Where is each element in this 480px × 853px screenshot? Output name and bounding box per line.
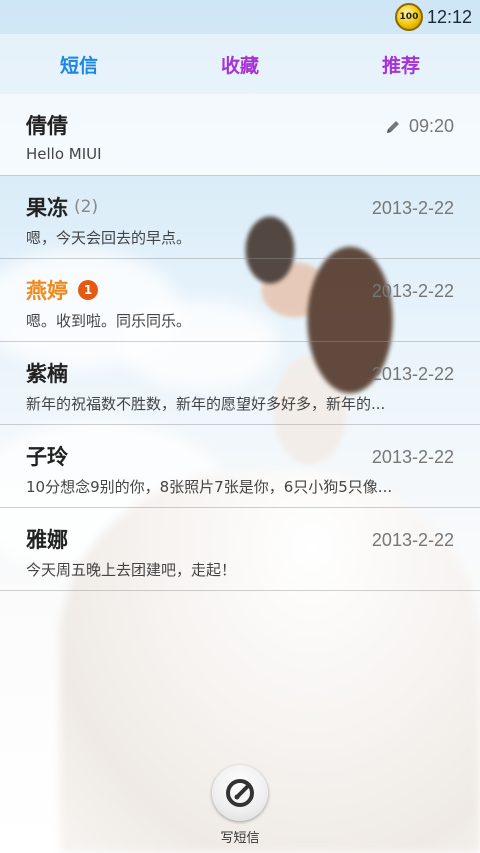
message-preview: Hello MIUI (26, 145, 102, 163)
status-bar: 100 12:12 (0, 0, 480, 34)
compose-icon (226, 779, 254, 807)
message-preview: 今天周五晚上去团建吧，走起！ (26, 561, 237, 579)
message-preview: 新年的祝福数不胜数，新年的愿望好多好多，新年的... (26, 395, 386, 413)
conversation-list: 倩倩 Hello MIUI 09:20 果冻 (2) 嗯，今天会回去的早点。 2… (0, 94, 480, 591)
message-time: 2013-2-22 (371, 364, 454, 384)
tab-recommend[interactable]: 推荐 (300, 51, 480, 78)
message-time: 09:20 (385, 116, 454, 137)
tab-sms[interactable]: 短信 (0, 51, 180, 78)
message-time: 2013-2-22 (371, 447, 454, 467)
tab-favorites[interactable]: 收藏 (180, 51, 300, 78)
compose-label: 写短信 (220, 831, 260, 846)
message-preview: 嗯。收到啦。同乐同乐。 (26, 312, 192, 330)
tab-bar: 短信 收藏 推荐 (0, 34, 480, 94)
message-time: 2013-2-22 (371, 281, 454, 301)
message-time: 2013-2-22 (371, 530, 454, 550)
compose-circle[interactable] (212, 765, 268, 821)
conversation-row[interactable]: 紫楠 新年的祝福数不胜数，新年的愿望好多好多，新年的... 2013-2-22 (0, 342, 480, 425)
unread-badge: 1 (78, 280, 98, 300)
battery-icon: 100 (394, 3, 423, 31)
conversation-row[interactable]: 燕婷 1 嗯。收到啦。同乐同乐。 2013-2-22 (0, 259, 480, 342)
conversation-row[interactable]: 倩倩 Hello MIUI 09:20 (0, 94, 480, 176)
conversation-row[interactable]: 子玲 10分想念9别的你，8张照片7张是你，6只小狗5只像... 2013-2-… (0, 425, 480, 508)
draft-pencil-icon (386, 120, 399, 133)
message-time: 2013-2-22 (371, 198, 454, 218)
message-preview: 10分想念9别的你，8张照片7张是你，6只小狗5只像... (26, 478, 393, 496)
compose-button[interactable]: 写短信 (210, 765, 270, 849)
conversation-row[interactable]: 果冻 (2) 嗯，今天会回去的早点。 2013-2-22 (0, 176, 480, 259)
status-clock: 12:12 (426, 6, 472, 27)
message-count: (2) (74, 197, 99, 217)
message-preview: 嗯，今天会回去的早点。 (26, 229, 192, 247)
conversation-row[interactable]: 雅娜 今天周五晚上去团建吧，走起！ 2013-2-22 (0, 508, 480, 591)
